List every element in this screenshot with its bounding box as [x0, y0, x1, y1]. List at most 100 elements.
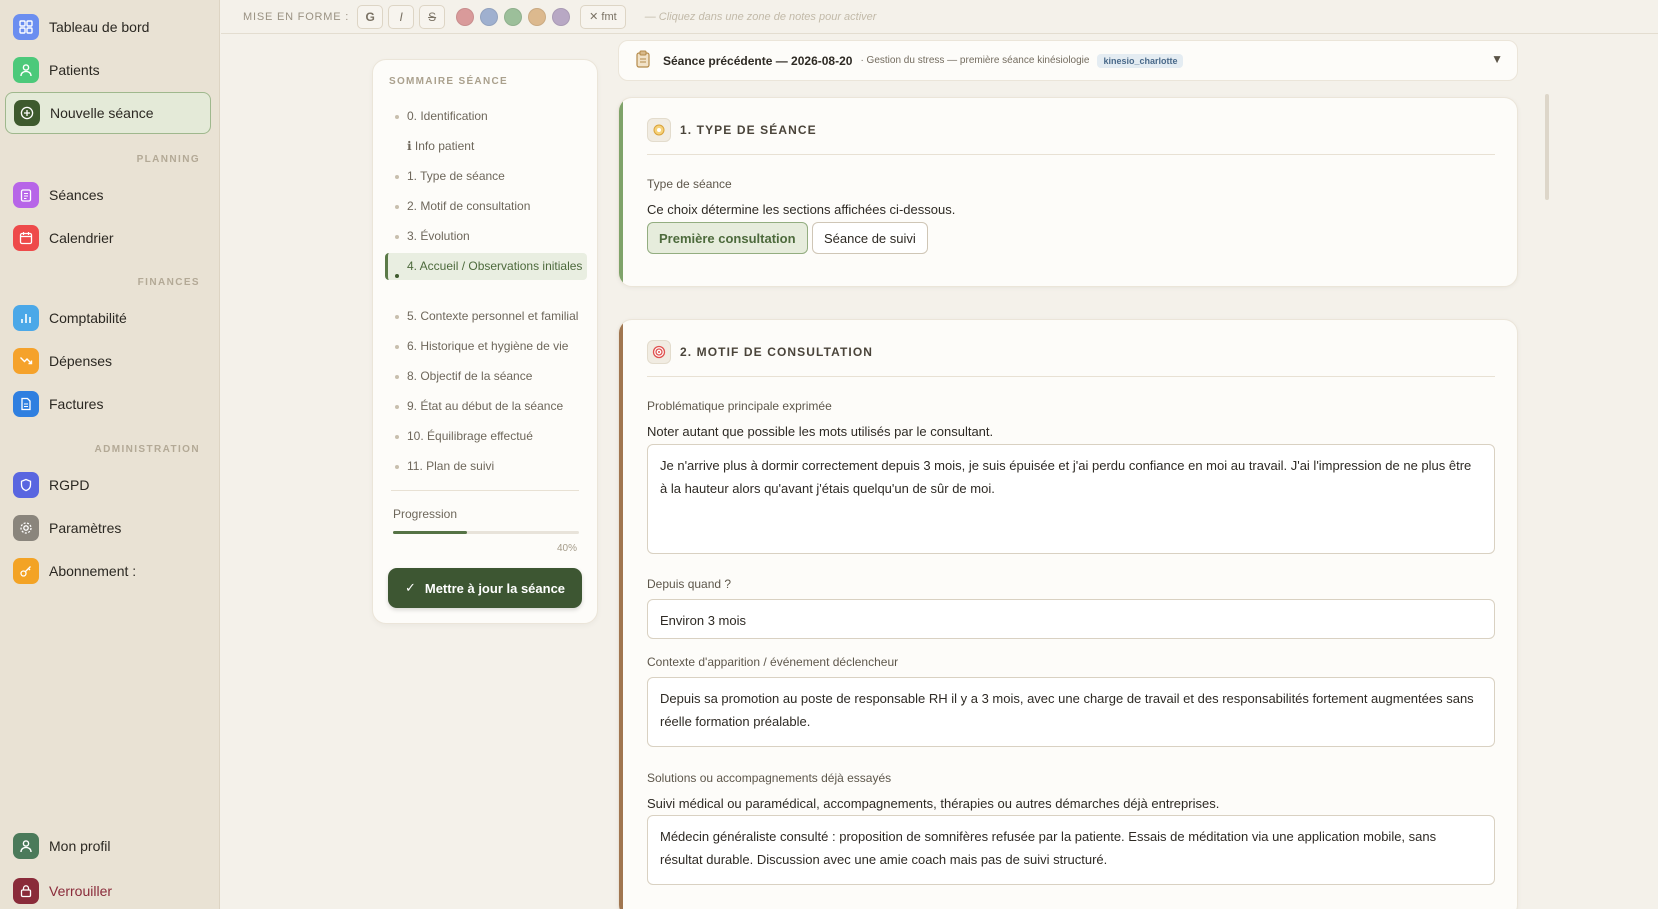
- previous-session-bar[interactable]: Séance précédente — 2026-08-20 · Gestion…: [618, 40, 1518, 81]
- bullet-icon: [395, 345, 399, 349]
- summary-item[interactable]: 2. Motif de consultation: [385, 197, 587, 216]
- nav-label: Verrouiller: [49, 883, 113, 899]
- lock-icon: [13, 878, 39, 904]
- section-accent: [619, 98, 623, 286]
- section-title: 1. TYPE DE SÉANCE: [680, 123, 817, 137]
- option-premiere-consultation[interactable]: Première consultation: [647, 222, 808, 254]
- summary-item[interactable]: 10. Équilibrage effectué: [385, 427, 587, 446]
- bullet-icon: [395, 435, 399, 439]
- previous-session-subtitle: · Gestion du stress — première séance ki…: [860, 55, 1090, 66]
- nav-comptabilite[interactable]: Comptabilité: [5, 297, 211, 339]
- nav-abonnement[interactable]: Abonnement :: [5, 550, 211, 592]
- nav-label: Patients: [49, 62, 100, 78]
- section-header: 1. TYPE DE SÉANCE: [647, 118, 817, 142]
- nav-depenses[interactable]: Dépenses: [5, 340, 211, 382]
- section-divider: [647, 376, 1495, 377]
- summary-item[interactable]: 8. Objectif de la séance: [385, 367, 587, 386]
- sparkle-icon: [647, 118, 671, 142]
- summary-item[interactable]: 5. Contexte personnel et familial: [385, 307, 587, 326]
- clipboard-icon: [13, 182, 39, 208]
- color-swatch-red[interactable]: [456, 7, 475, 26]
- summary-item[interactable]: 11. Plan de suivi: [385, 457, 587, 476]
- summary-divider: [391, 490, 579, 491]
- clipboard-icon: [635, 50, 651, 72]
- nav-label: RGPD: [49, 477, 90, 493]
- nav-calendrier[interactable]: Calendrier: [5, 217, 211, 259]
- nav-tableau-de-bord[interactable]: Tableau de bord: [5, 6, 211, 48]
- check-icon: ✓: [404, 580, 416, 595]
- summary-item[interactable]: 6. Historique et hygiène de vie: [385, 337, 587, 356]
- option-seance-de-suivi[interactable]: Séance de suivi: [812, 222, 928, 254]
- color-swatch-blue[interactable]: [480, 7, 499, 26]
- nav-parametres[interactable]: Paramètres: [5, 507, 211, 549]
- clear-format-button[interactable]: ✕ fmt: [580, 4, 626, 29]
- format-toolbar: MISE EN FORME : G I S ✕ fmt — Cliquez da…: [221, 0, 1658, 34]
- solutions-textarea[interactable]: Médecin généraliste consulté : propositi…: [647, 815, 1495, 885]
- nav-patients[interactable]: Patients: [5, 49, 211, 91]
- format-label: MISE EN FORME :: [243, 10, 350, 23]
- dashboard-icon: [13, 14, 39, 40]
- section-administration: ADMINISTRATION: [94, 444, 200, 455]
- nav-label: Comptabilité: [49, 310, 127, 326]
- nav-label: Séances: [49, 187, 104, 203]
- calendar-icon: [13, 225, 39, 251]
- section-divider: [647, 154, 1495, 155]
- problem-textarea[interactable]: Je n'arrive plus à dormir correctement d…: [647, 444, 1495, 554]
- since-input[interactable]: Environ 3 mois: [647, 599, 1495, 639]
- section-accent: [619, 320, 623, 909]
- field-label: Type de séance: [647, 177, 732, 191]
- nav-mon-profil[interactable]: Mon profil: [5, 825, 211, 867]
- field-label: Contexte d'apparition / événement déclen…: [647, 655, 899, 669]
- bar-chart-icon: [13, 305, 39, 331]
- summary-item-label: 2. Motif de consultation: [407, 199, 531, 213]
- summary-item[interactable]: 1. Type de séance: [385, 167, 587, 186]
- field-label: Depuis quand ?: [647, 577, 732, 591]
- summary-item-label: 9. État au début de la séance: [407, 399, 564, 413]
- update-session-label: Mettre à jour la séance: [424, 580, 566, 596]
- field-help: Suivi médical ou paramédical, accompagne…: [647, 796, 1220, 811]
- nav-label: Nouvelle séance: [50, 105, 154, 121]
- session-summary-panel: SOMMAIRE SÉANCE 0. Identification ℹ Info…: [372, 59, 598, 624]
- nav-label: Factures: [49, 396, 104, 412]
- shield-icon: [13, 472, 39, 498]
- summary-item[interactable]: 9. État au début de la séance: [385, 397, 587, 416]
- format-hint: — Cliquez dans une zone de notes pour ac…: [644, 10, 877, 23]
- gear-icon: [13, 515, 39, 541]
- bold-button[interactable]: G: [357, 4, 384, 29]
- bullet-icon: [395, 375, 399, 379]
- nav-factures[interactable]: Factures: [5, 383, 211, 425]
- nav-label: Tableau de bord: [49, 19, 150, 35]
- previous-session-title: Séance précédente — 2026-08-20: [663, 53, 853, 68]
- summary-item-active[interactable]: 4. Accueil / Observations initiales: [385, 253, 587, 280]
- nav-label: Dépenses: [49, 353, 113, 369]
- nav-label: Calendrier: [49, 230, 114, 246]
- bullet-icon: [395, 205, 399, 209]
- progress-label: Progression: [393, 507, 458, 521]
- summary-item[interactable]: ℹ Info patient: [385, 137, 587, 156]
- chevron-down-icon[interactable]: ▼: [1491, 52, 1503, 66]
- context-textarea[interactable]: Depuis sa promotion au poste de responsa…: [647, 677, 1495, 747]
- nav-seances[interactable]: Séances: [5, 174, 211, 216]
- color-swatch-green[interactable]: [504, 7, 523, 26]
- practitioner-tag: kinesio_charlotte: [1097, 53, 1184, 68]
- summary-item-label: 3. Évolution: [407, 229, 470, 243]
- scrollbar-thumb[interactable]: [1545, 94, 1549, 200]
- nav-rgpd[interactable]: RGPD: [5, 464, 211, 506]
- summary-item-label: 5. Contexte personnel et familial: [407, 309, 579, 323]
- summary-item[interactable]: 0. Identification: [385, 107, 587, 126]
- key-icon: [13, 558, 39, 584]
- color-swatch-purple[interactable]: [552, 7, 571, 26]
- field-help: Noter autant que possible les mots utili…: [647, 424, 994, 439]
- italic-button[interactable]: I: [388, 4, 415, 29]
- summary-item[interactable]: 3. Évolution: [385, 227, 587, 246]
- nav-label: Mon profil: [49, 838, 111, 854]
- color-swatch-orange[interactable]: [528, 7, 547, 26]
- update-session-button[interactable]: ✓ Mettre à jour la séance: [388, 568, 582, 608]
- section-header: 2. MOTIF DE CONSULTATION: [647, 340, 873, 364]
- section-type-seance: 1. TYPE DE SÉANCE Type de séance Ce choi…: [618, 97, 1518, 287]
- section-title: 2. MOTIF DE CONSULTATION: [680, 345, 874, 359]
- nav-nouvelle-seance[interactable]: Nouvelle séance: [5, 92, 211, 134]
- strike-button[interactable]: S: [419, 4, 446, 29]
- nav-verrouiller[interactable]: Verrouiller: [5, 870, 211, 909]
- summary-item-label: 0. Identification: [407, 109, 488, 123]
